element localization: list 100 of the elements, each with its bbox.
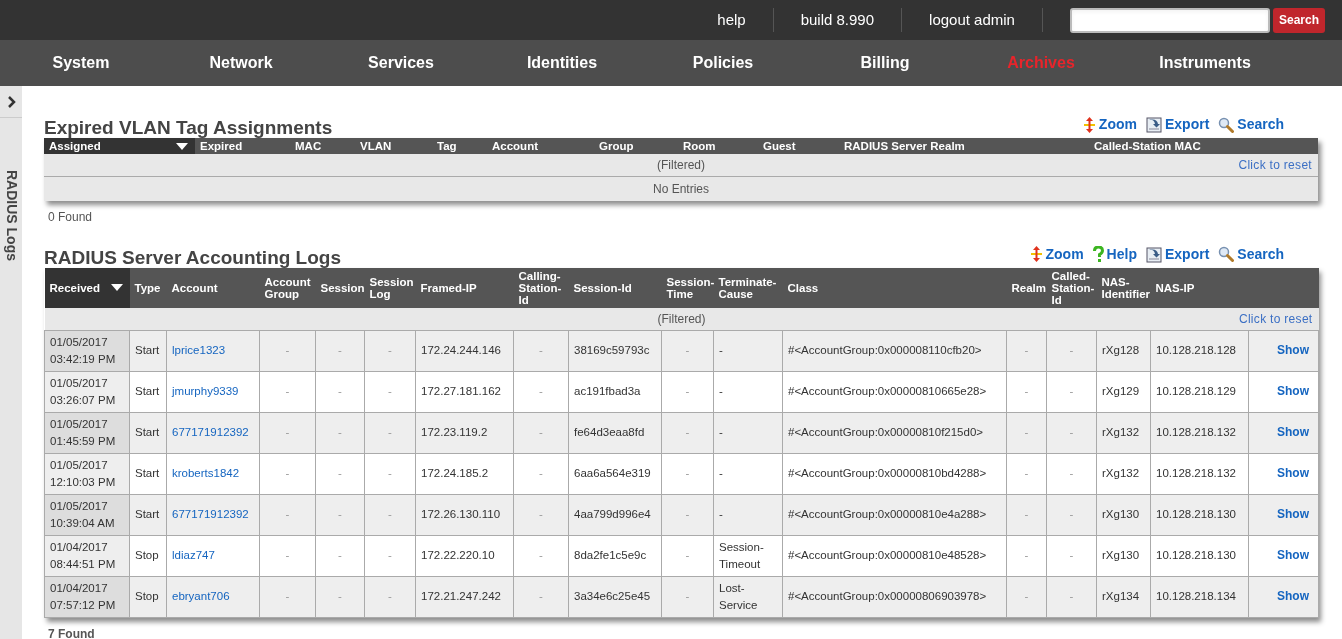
table-cell: 8da2fe1c5e9c — [568, 535, 662, 576]
column-header[interactable]: Session-Time — [661, 267, 714, 308]
chevron-right-icon — [6, 95, 16, 108]
table-cell: - — [259, 576, 316, 617]
section-title: RADIUS Server Accounting Logs — [44, 247, 341, 268]
table-cell: - — [1006, 576, 1047, 617]
toolbar-link[interactable]: Zoom — [1082, 114, 1137, 135]
search-button[interactable]: Search — [1272, 7, 1325, 33]
side-panel-tab[interactable]: RADIUS Logs — [0, 86, 22, 639]
nav-tab[interactable]: Billing — [804, 51, 966, 75]
column-header[interactable]: Calling-Station-Id — [513, 267, 569, 308]
table-cell: - — [513, 494, 569, 535]
column-header[interactable]: Account — [166, 267, 260, 308]
show-link[interactable]: Show — [1277, 507, 1309, 522]
table-cell: - — [1046, 330, 1097, 371]
column-header[interactable]: Session-Id — [568, 267, 662, 308]
column-header[interactable]: Type — [129, 267, 167, 308]
account-link[interactable]: ldiaz747 — [172, 549, 215, 561]
table-cell: - — [315, 330, 365, 371]
vertical-arrows-icon — [1082, 115, 1096, 134]
column-header[interactable]: Realm — [1006, 267, 1047, 308]
column-header[interactable]: NAS-Identifier — [1096, 267, 1151, 308]
nav-tab[interactable]: Policies — [642, 51, 804, 75]
table-cell: - — [315, 576, 365, 617]
show-link[interactable]: Show — [1277, 548, 1309, 563]
column-header[interactable]: Expired — [195, 138, 290, 154]
table-cell: - — [661, 412, 714, 453]
column-header[interactable]: MAC — [290, 138, 355, 154]
table-cell: - — [513, 453, 569, 494]
table-cell: 172.26.130.110 — [415, 494, 514, 535]
column-header[interactable]: Framed-IP — [415, 267, 514, 308]
column-header[interactable]: Session — [315, 267, 365, 308]
table-cell: Start — [129, 412, 167, 453]
nav-tab[interactable]: Services — [320, 51, 482, 75]
reset-link[interactable]: Click to reset — [1238, 156, 1312, 174]
table-cell: 01/05/2017 03:42:19 PM — [44, 330, 130, 371]
column-header[interactable]: Session Log — [364, 267, 416, 308]
column-header[interactable]: RADIUS Server Realm — [839, 138, 1089, 154]
table-cell: - — [364, 535, 416, 576]
table-cell: 10.128.218.132 — [1150, 412, 1249, 453]
column-header[interactable]: Called-Station-Id — [1046, 267, 1097, 308]
top-link[interactable]: logout admin — [902, 8, 1042, 32]
table-cell: 6aa6a564e319 — [568, 453, 662, 494]
table-cell: rXg129 — [1096, 371, 1151, 412]
side-tab-label: RADIUS Logs — [2, 170, 21, 261]
table-cell: - — [661, 494, 714, 535]
table-cell: - — [661, 576, 714, 617]
table-cell: 10.128.218.129 — [1150, 371, 1249, 412]
column-header[interactable]: Guest — [758, 138, 839, 154]
column-header[interactable]: VLAN — [355, 138, 432, 154]
nav-tab[interactable]: System — [0, 51, 162, 75]
table-cell: - — [1046, 371, 1097, 412]
table-cell: fe64d3eaa8fd — [568, 412, 662, 453]
top-link[interactable]: help — [690, 8, 773, 32]
table-cell: - — [259, 453, 316, 494]
toolbar-link[interactable]: Zoom — [1029, 243, 1084, 265]
show-link[interactable]: Show — [1277, 384, 1309, 399]
toolbar-link[interactable]: Search — [1218, 114, 1284, 135]
column-header[interactable]: Class — [782, 267, 1007, 308]
table-cell: - — [364, 330, 416, 371]
show-link[interactable]: Show — [1277, 425, 1309, 440]
top-link[interactable]: build 8.990 — [773, 8, 902, 32]
column-header[interactable]: Tag — [432, 138, 487, 154]
column-header[interactable]: Room — [678, 138, 758, 154]
toolbar-link[interactable]: Help — [1092, 243, 1137, 265]
table-cell: Stop — [129, 576, 167, 617]
table-cell: - — [513, 576, 569, 617]
table-cell: ac191fbad3a — [568, 371, 662, 412]
show-link[interactable]: Show — [1277, 589, 1309, 604]
toolbar-link[interactable]: Export — [1145, 114, 1210, 135]
export-document-icon — [1145, 116, 1162, 133]
results-count: 0 Found — [47, 208, 94, 226]
reset-link[interactable]: Click to reset — [1238, 309, 1313, 328]
column-header[interactable]: Account — [487, 138, 594, 154]
toolbar-link[interactable]: Search — [1218, 243, 1284, 265]
nav-tab[interactable]: Network — [162, 51, 320, 75]
table-cell: - — [364, 412, 416, 453]
account-link[interactable]: ebryant706 — [172, 590, 230, 602]
column-header[interactable]: NAS-IP — [1150, 267, 1249, 308]
account-link[interactable]: lprice1323 — [172, 344, 226, 356]
nav-tab[interactable]: Instruments — [1116, 51, 1294, 75]
table-cell: rXg128 — [1096, 330, 1151, 371]
filter-status: (Filtered) — [657, 157, 705, 174]
column-header[interactable]: Account Group — [259, 267, 316, 308]
table-cell: - — [364, 453, 416, 494]
table-cell: - — [661, 453, 714, 494]
table-cell: 172.21.247.242 — [415, 576, 514, 617]
show-link[interactable]: Show — [1277, 466, 1309, 481]
column-header[interactable]: Group — [594, 138, 678, 154]
table-cell: 172.24.244.146 — [415, 330, 514, 371]
toolbar-link[interactable]: Export — [1145, 243, 1210, 265]
column-header[interactable]: Received — [44, 267, 130, 308]
column-header[interactable]: Terminate-Cause — [713, 267, 783, 308]
column-header[interactable]: Called-Station MAC — [1089, 138, 1318, 154]
show-link[interactable]: Show — [1277, 343, 1309, 358]
table-cell: - — [1006, 535, 1047, 576]
column-header[interactable]: Assigned — [44, 138, 195, 154]
table-cell: #<AccountGroup:0x00000810e48528> — [782, 535, 1007, 576]
nav-tab[interactable]: Identities — [482, 51, 642, 75]
filter-status: (Filtered) — [657, 310, 706, 328]
